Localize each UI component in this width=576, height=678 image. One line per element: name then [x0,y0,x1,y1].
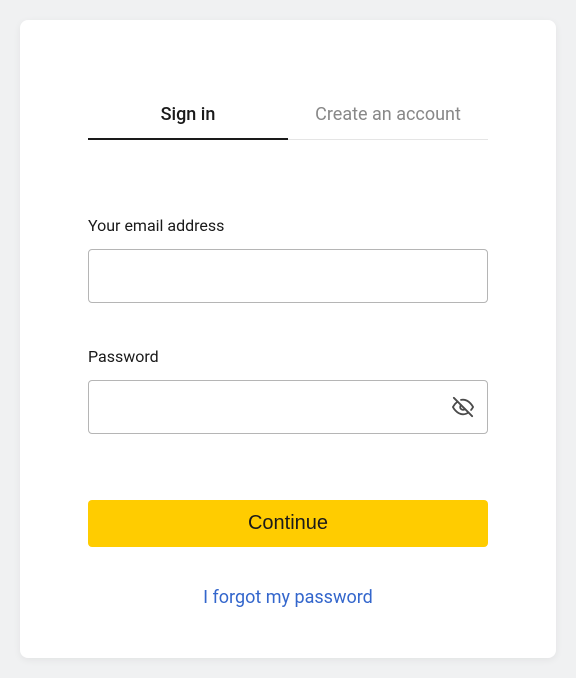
email-input[interactable] [88,249,488,303]
signin-card: Sign in Create an account Your email add… [20,20,556,658]
email-input-wrap [88,249,488,303]
password-input[interactable] [88,380,488,434]
tab-signin[interactable]: Sign in [88,90,288,139]
password-field-group: Password [88,347,488,434]
continue-button[interactable]: Continue [88,500,488,547]
password-input-wrap [88,380,488,434]
auth-tabs: Sign in Create an account [88,90,488,140]
forgot-password-link[interactable]: I forgot my password [88,587,488,608]
toggle-password-visibility-icon[interactable] [452,396,474,418]
password-label: Password [88,347,488,366]
email-label: Your email address [88,216,488,235]
tab-create-account[interactable]: Create an account [288,90,488,139]
email-field-group: Your email address [88,216,488,303]
